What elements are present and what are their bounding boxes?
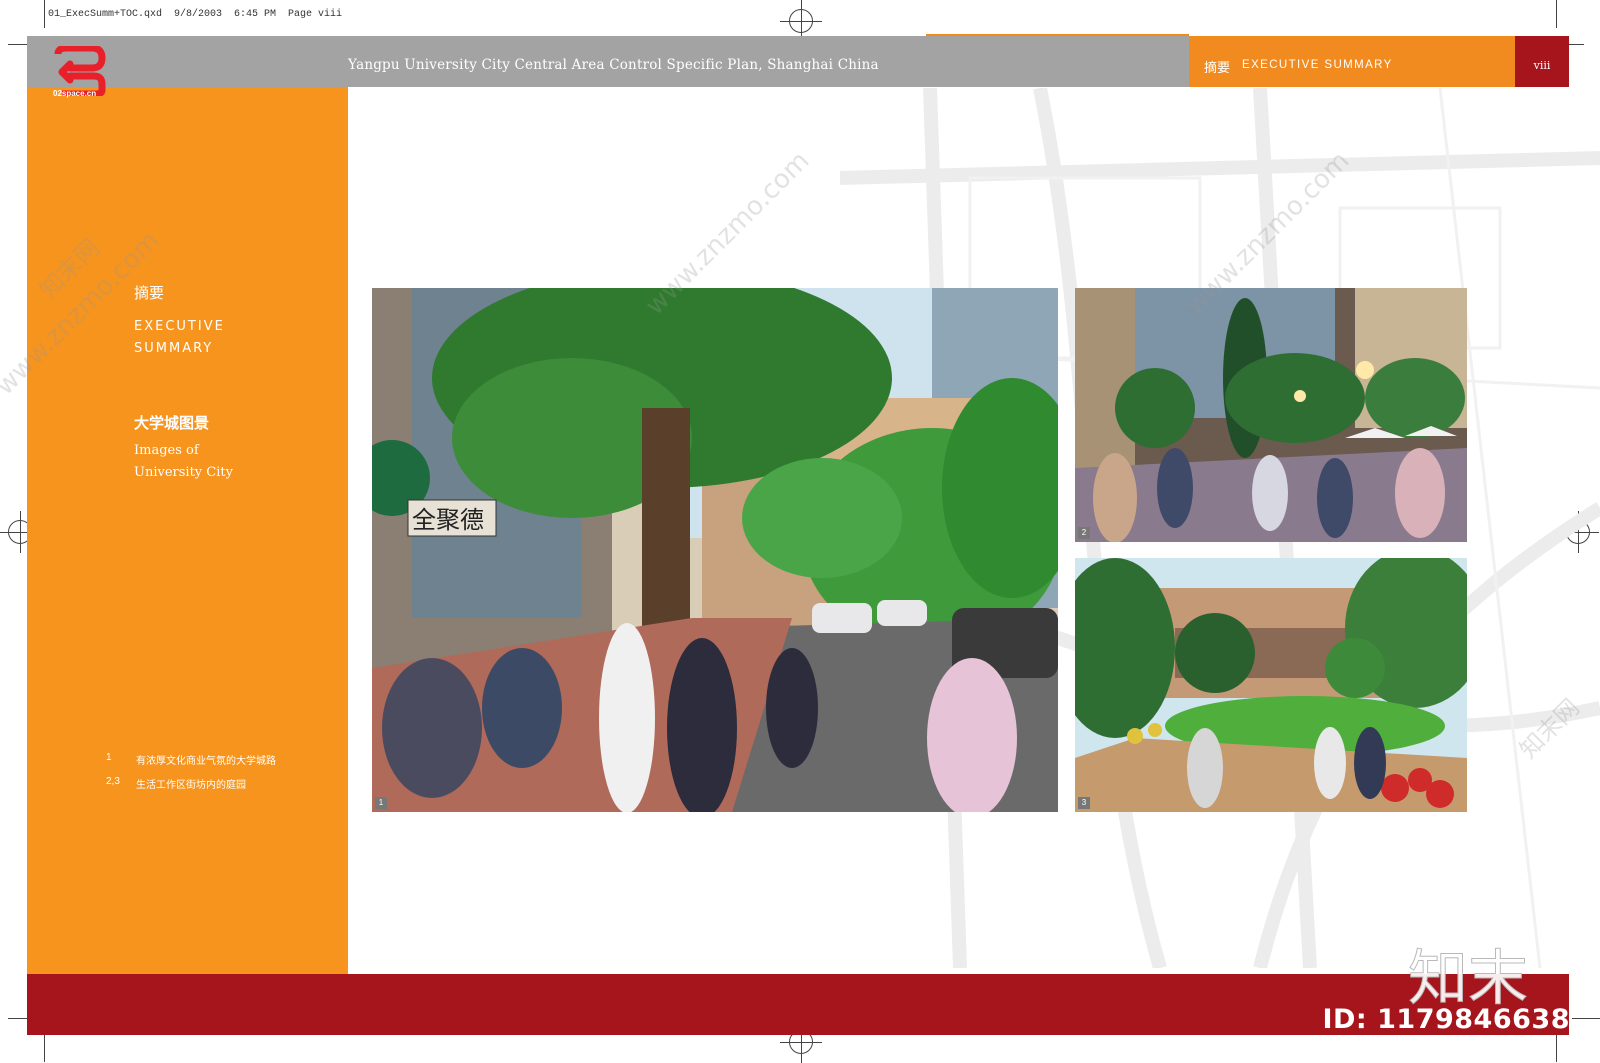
crop-mark: [44, 1034, 45, 1062]
sidebar-subsection-en-2: University City: [134, 465, 233, 480]
image-number: 3: [1078, 797, 1090, 809]
crop-mark: [1572, 1018, 1600, 1019]
courtyard-scene-image: 3: [1075, 558, 1467, 812]
print-slug-line: 01_ExecSumm+TOC.qxd 9/8/2003 6:45 PM Pag…: [48, 9, 343, 20]
plaza-scene-image: 2: [1075, 288, 1467, 542]
sidebar-section-cn: 摘要: [134, 285, 165, 302]
crop-mark: [44, 0, 45, 28]
caption-number: 1: [106, 752, 112, 763]
logo-text: 02space.cn: [53, 89, 97, 98]
street-scene-image: 全聚德 1: [372, 288, 1058, 812]
document-title: Yangpu University City Central Area Cont…: [348, 57, 879, 73]
image-number: 1: [375, 797, 387, 809]
registration-mark: [780, 0, 822, 42]
page-number: viii: [1533, 59, 1551, 72]
restaurant-sign: 全聚德: [412, 506, 484, 534]
sidebar-panel: [27, 87, 348, 974]
crop-mark: [1556, 1034, 1557, 1062]
id-watermark: ID: 1179846638: [1322, 1004, 1570, 1035]
sidebar-section-en-1: EXECUTIVE: [134, 319, 225, 334]
caption-text: 有浓厚文化商业气氛的大学城路: [136, 756, 276, 767]
caption-number: 2,3: [106, 776, 120, 787]
image-number: 2: [1078, 527, 1090, 539]
sidebar-subsection-cn: 大学城图景: [134, 415, 210, 432]
sidebar-subsection-en-1: Images of: [134, 443, 199, 458]
sidebar-section-en-2: SUMMARY: [134, 341, 214, 356]
section-tab-en: EXECUTIVE SUMMARY: [1242, 59, 1393, 71]
section-tab-cn: 摘要: [1204, 60, 1231, 75]
caption-text: 生活工作区街坊内的庭园: [136, 780, 246, 791]
crop-mark: [1556, 0, 1557, 28]
